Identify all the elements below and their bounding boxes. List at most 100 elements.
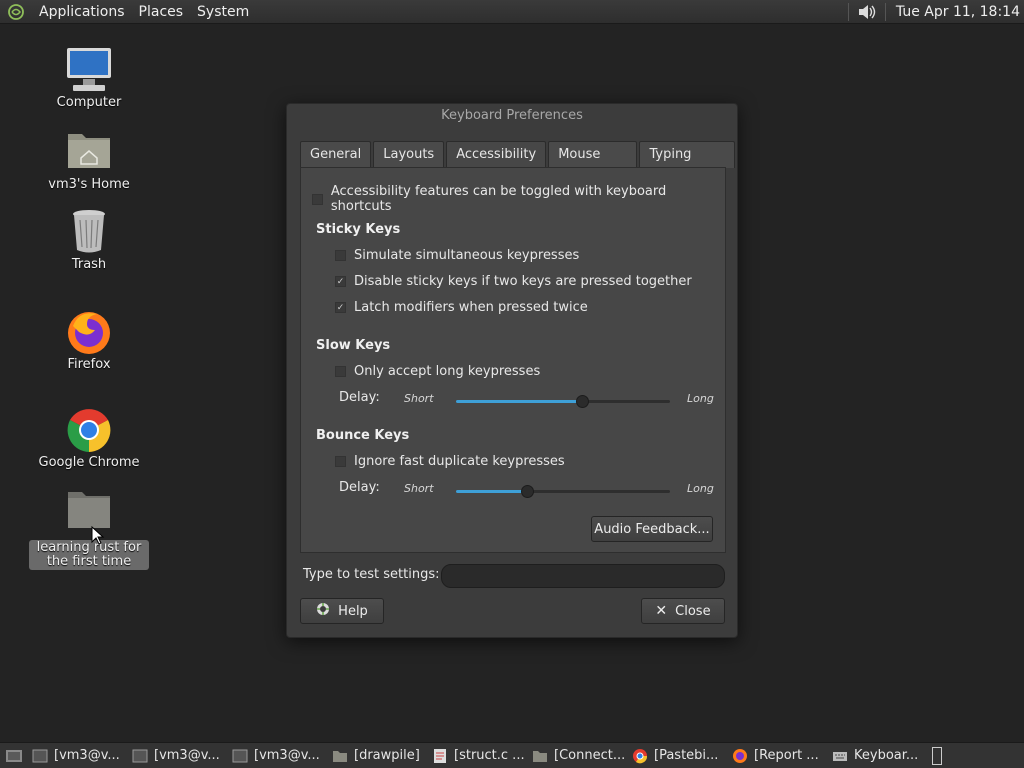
taskbar-item-label: [drawpile] [354, 748, 420, 763]
taskbar-item-label: [Report ... [754, 748, 819, 763]
folder-icon [532, 748, 548, 764]
sticky-disable-checkbox[interactable]: ✓ [335, 276, 346, 287]
tab-typing-break[interactable]: Typing Break [639, 141, 735, 188]
close-button[interactable]: ✕ Close [641, 598, 725, 624]
audio-feedback-button[interactable]: Audio Feedback... [591, 516, 713, 542]
top-panel: Applications Places System Tue Apr 11, 1… [0, 0, 1024, 24]
desktop-icon-label: Trash [71, 257, 107, 272]
desktop-icon-chrome[interactable]: Google Chrome [29, 406, 149, 470]
desktop-icon-computer[interactable]: Computer [29, 46, 149, 110]
bounce-delay-label: Delay: [339, 480, 380, 495]
folder-icon [332, 748, 348, 764]
desktop-icon-label: learning rust for the first time [29, 540, 149, 570]
taskbar-item-label: [vm3@v... [254, 748, 320, 763]
close-button-label: Close [675, 603, 711, 619]
slow-delay-slider-knob[interactable] [576, 395, 590, 408]
sticky-disable-row[interactable]: ✓ Disable sticky keys if two keys are pr… [335, 274, 692, 289]
bounce-keys-label: Ignore fast duplicate keypresses [354, 454, 565, 469]
clock[interactable]: Tue Apr 11, 18:14 [890, 4, 1024, 20]
tab-mouse-keys[interactable]: Mouse Keys [548, 141, 638, 188]
toggle-shortcuts-row[interactable]: Accessibility features can be toggled wi… [312, 184, 725, 214]
show-desktop-icon[interactable] [0, 748, 28, 764]
taskbar-item-report[interactable]: [Report ... [728, 744, 828, 768]
folder-icon [65, 490, 113, 545]
test-settings-input[interactable] [441, 564, 725, 588]
desktop-icon-rust-folder[interactable]: learning rust for the first time [29, 490, 149, 570]
test-settings-label: Type to test settings: [303, 567, 440, 582]
taskbar-item-label: [vm3@v... [54, 748, 120, 763]
panel-separator [884, 2, 886, 21]
bounce-keys-row[interactable]: Ignore fast duplicate keypresses [335, 454, 565, 469]
sticky-simulate-checkbox[interactable] [335, 250, 346, 261]
slow-delay-slider-fill [456, 400, 583, 403]
toggle-shortcuts-label: Accessibility features can be toggled wi… [330, 184, 667, 214]
desktop-icon-label: Google Chrome [38, 455, 140, 470]
dialog-title[interactable]: Keyboard Preferences [287, 104, 737, 128]
taskbar-item-label: [struct.c ... [454, 748, 525, 763]
bounce-keys-checkbox[interactable] [335, 456, 346, 467]
volume-icon[interactable] [857, 3, 877, 21]
tab-accessibility[interactable]: Accessibility [446, 141, 547, 168]
desktop-icon-label: Firefox [67, 357, 111, 372]
desktop-icon-firefox[interactable]: Firefox [29, 308, 149, 372]
sticky-latch-row[interactable]: ✓ Latch modifiers when pressed twice [335, 300, 588, 315]
sticky-simulate-label: Simulate simultaneous keypresses [354, 248, 580, 263]
taskbar-item-terminal-1[interactable]: [vm3@v... [28, 744, 128, 768]
sticky-latch-label: Latch modifiers when pressed twice [354, 300, 588, 315]
panel-separator [847, 2, 849, 21]
sticky-simulate-row[interactable]: Simulate simultaneous keypresses [335, 248, 579, 263]
slow-keys-heading: Slow Keys [316, 338, 391, 353]
desktop-icon-trash[interactable]: Trash [29, 208, 149, 272]
desktop-icon-home[interactable]: vm3's Home [29, 128, 149, 192]
bounce-keys-heading: Bounce Keys [316, 428, 410, 443]
tab-bar: General Layouts Accessibility Mouse Keys… [300, 141, 737, 188]
workspace-switcher[interactable] [932, 746, 942, 765]
taskbar-item-label: Keyboar... [854, 748, 919, 763]
computer-icon [65, 46, 113, 94]
slow-short-label: Short [404, 392, 434, 405]
home-folder-icon [65, 128, 113, 176]
places-menu[interactable]: Places [132, 1, 191, 23]
chrome-icon [65, 406, 113, 454]
keyboard-icon [832, 748, 848, 764]
bounce-delay-slider-fill [456, 490, 527, 493]
taskbar: [vm3@v... [vm3@v... [vm3@v... [drawpile]… [0, 742, 1024, 768]
chrome-icon [632, 748, 648, 764]
bounce-short-label: Short [404, 482, 434, 495]
distro-logo-icon[interactable] [6, 2, 26, 22]
taskbar-item-label: [vm3@v... [154, 748, 220, 763]
bounce-delay-slider[interactable] [456, 485, 670, 498]
slow-delay-slider[interactable] [456, 395, 670, 408]
tab-layouts[interactable]: Layouts [373, 141, 445, 168]
system-menu[interactable]: System [190, 1, 256, 23]
taskbar-item-keyboard[interactable]: Keyboar... [828, 744, 928, 768]
terminal-icon [132, 748, 148, 764]
sticky-disable-label: Disable sticky keys if two keys are pres… [354, 274, 692, 289]
mouse-cursor-icon [91, 526, 105, 545]
slow-long-label: Long [687, 392, 714, 405]
tab-general[interactable]: General [300, 141, 372, 168]
taskbar-item-terminal-3[interactable]: [vm3@v... [228, 744, 328, 768]
slow-keys-checkbox[interactable] [335, 366, 346, 377]
taskbar-item-label: [Pastebi... [654, 748, 719, 763]
taskbar-item-terminal-2[interactable]: [vm3@v... [128, 744, 228, 768]
bounce-delay-slider-knob[interactable] [520, 485, 534, 498]
sticky-latch-checkbox[interactable]: ✓ [335, 302, 346, 313]
firefox-icon [732, 748, 748, 764]
applications-menu[interactable]: Applications [32, 1, 132, 23]
help-button-label: Help [338, 603, 368, 619]
taskbar-item-connect[interactable]: [Connect... [528, 744, 628, 768]
taskbar-item-pastebin[interactable]: [Pastebi... [628, 744, 728, 768]
firefox-icon [65, 308, 113, 356]
trash-icon [65, 208, 113, 256]
toggle-shortcuts-checkbox[interactable] [312, 193, 323, 205]
keyboard-preferences-dialog: Keyboard Preferences General Layouts Acc… [286, 103, 738, 638]
taskbar-item-struct-c[interactable]: [struct.c ... [428, 744, 528, 768]
taskbar-item-drawpile[interactable]: [drawpile] [328, 744, 428, 768]
terminal-icon [232, 748, 248, 764]
slow-keys-row[interactable]: Only accept long keypresses [335, 364, 540, 379]
accessibility-panel: Accessibility features can be toggled wi… [300, 167, 726, 553]
help-button[interactable]: Help [300, 598, 384, 624]
help-icon [316, 602, 330, 620]
slow-keys-label: Only accept long keypresses [354, 364, 541, 379]
